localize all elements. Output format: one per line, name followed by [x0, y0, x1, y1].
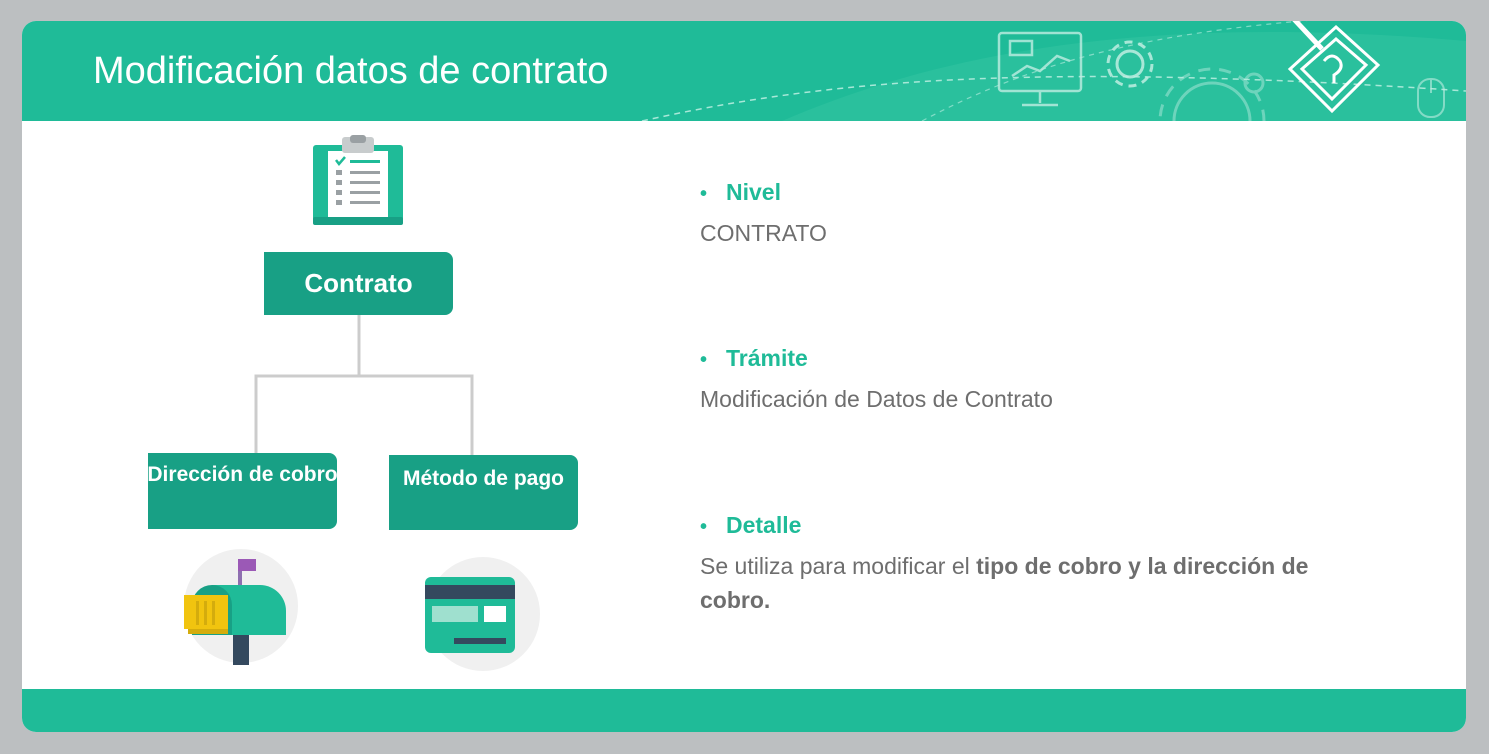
detail-text: CONTRATO — [700, 220, 827, 246]
detail-heading: Detalle — [726, 512, 802, 538]
detail-detalle: • Detalle Se utiliza para modificar el ti… — [700, 512, 1340, 617]
credit-card-icon — [425, 557, 540, 671]
detail-heading: Trámite — [726, 345, 808, 371]
detail-heading: Nivel — [726, 179, 781, 205]
detail-nivel: • Nivel CONTRATO — [700, 179, 827, 250]
detail-text: Se utiliza para modificar el tipo de cob… — [700, 553, 1309, 613]
node-metodo-pago: Método de pago — [389, 455, 578, 530]
footer-bar — [22, 689, 1466, 732]
node-direccion-cobro: Dirección de cobro — [148, 453, 337, 529]
node-contrato: Contrato — [264, 252, 453, 315]
detail-tramite: • Trámite Modificación de Datos de Contra… — [700, 345, 1053, 416]
slide: Modificación datos de contrato Contrato … — [22, 21, 1466, 732]
detail-text: Modificación de Datos de Contrato — [700, 386, 1053, 412]
mailbox-icon — [184, 549, 298, 665]
